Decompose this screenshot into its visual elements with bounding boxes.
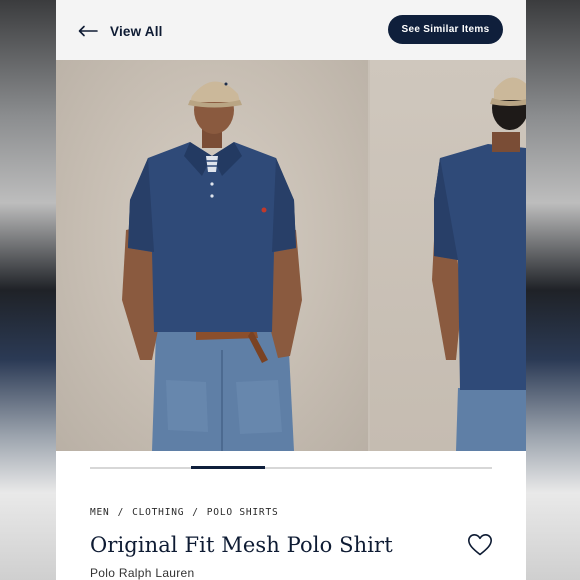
breadcrumb-men[interactable]: MEN [90,507,110,518]
view-all-label: View All [110,23,163,39]
screen-frame: View All See Similar Items MEN / CLOTHIN… [0,0,580,580]
gallery-progress-track [90,466,492,469]
breadcrumb-polo-shirts[interactable]: POLO SHIRTS [207,507,279,518]
top-bar: View All See Similar Items [56,0,526,60]
breadcrumb-separator: / [192,507,199,518]
gallery-progress-indicator [190,466,265,469]
breadcrumb: MEN / CLOTHING / POLO SHIRTS [90,507,279,518]
background-blur-left [0,0,56,580]
product-photo-front[interactable] [56,60,368,451]
breadcrumb-clothing[interactable]: CLOTHING [132,507,184,518]
model-back-illustration [432,77,526,451]
product-page: View All See Similar Items MEN / CLOTHIN… [56,0,526,580]
breadcrumb-separator: / [117,507,125,518]
view-all-link[interactable]: View All [78,19,163,43]
product-photo-back[interactable] [370,60,526,451]
model-front-illustration [122,81,302,451]
product-brand-link[interactable]: Polo Ralph Lauren [90,566,195,580]
arrow-left-icon [78,25,98,37]
see-similar-items-button[interactable]: See Similar Items [388,15,503,44]
heart-icon[interactable] [467,533,493,557]
product-title: Original Fit Mesh Polo Shirt [90,533,393,557]
product-image-gallery[interactable] [56,60,526,451]
background-blur-right [524,0,580,580]
